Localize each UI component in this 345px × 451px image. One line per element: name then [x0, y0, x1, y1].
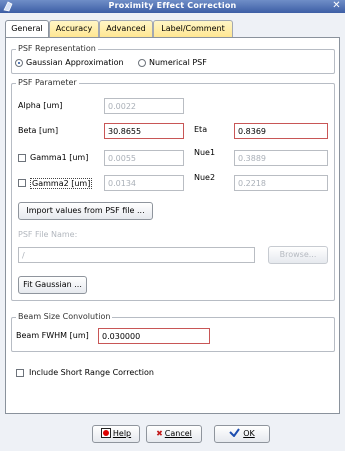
help-label: Help [112, 429, 132, 438]
tab-label-comment[interactable]: Label/Comment [153, 20, 233, 37]
gamma2-field[interactable] [104, 175, 184, 191]
beam-fwhm-label: Beam FWHM [um] [16, 331, 89, 340]
fit-gaussian-button[interactable]: Fit Gaussian ... [18, 276, 87, 294]
short-range-checkbox[interactable] [16, 369, 24, 377]
gamma2-label[interactable]: Gamma2 [um] [30, 178, 93, 189]
short-range-label[interactable]: Include Short Range Correction [29, 368, 154, 377]
psf-representation-title: PSF Representation [16, 44, 98, 53]
tab-general[interactable]: General [5, 20, 49, 38]
ok-button[interactable]: OK [214, 425, 270, 443]
help-icon [100, 428, 111, 438]
dialog-button-row: Help ✖ Cancel OK [0, 425, 345, 445]
psf-file-name-label: PSF File Name: [18, 230, 78, 239]
help-button[interactable]: Help [92, 425, 140, 443]
nue1-label: Nue1 [194, 148, 216, 157]
gaussian-approximation-radio[interactable] [15, 59, 23, 67]
eta-label: Eta [194, 125, 208, 134]
close-icon[interactable]: ✕ [331, 1, 342, 12]
gaussian-approximation-label[interactable]: Gaussian Approximation [26, 58, 124, 67]
gamma2-checkbox[interactable] [18, 179, 26, 187]
dialog-window: Proximity Effect Correction ✕ General Ac… [0, 0, 345, 451]
eta-field[interactable] [234, 123, 328, 139]
beam-fwhm-field[interactable] [98, 328, 210, 344]
import-psf-button[interactable]: Import values from PSF file ... [18, 202, 153, 220]
gamma1-label[interactable]: Gamma1 [um] [30, 153, 88, 162]
tab-accuracy[interactable]: Accuracy [49, 20, 99, 37]
alpha-field[interactable] [104, 98, 184, 114]
nue2-label: Nue2 [194, 173, 216, 182]
ok-label: OK [243, 429, 255, 438]
numerical-psf-label[interactable]: Numerical PSF [149, 58, 207, 67]
beta-field[interactable] [104, 123, 184, 139]
title-bar[interactable]: Proximity Effect Correction ✕ [0, 0, 345, 13]
cancel-label: Cancel [164, 429, 192, 438]
psf-parameter-title: PSF Parameter [16, 78, 79, 87]
gamma1-checkbox[interactable] [18, 154, 26, 162]
beta-label: Beta [um] [18, 126, 59, 135]
cancel-icon: ✖ [156, 429, 163, 438]
psf-file-name-field[interactable] [18, 247, 255, 263]
psf-representation-group: PSF Representation Gaussian Approximatio… [11, 44, 335, 74]
psf-parameter-group: PSF Parameter Alpha [um] Beta [um] Eta G… [11, 78, 335, 301]
beam-size-title: Beam Size Convolution [16, 312, 113, 321]
numerical-psf-radio[interactable] [138, 59, 146, 67]
window-title: Proximity Effect Correction [108, 1, 237, 10]
nue1-field[interactable] [234, 150, 328, 166]
browse-button[interactable]: Browse... [268, 246, 328, 264]
tab-advanced[interactable]: Advanced [99, 20, 153, 37]
cancel-button[interactable]: ✖ Cancel [146, 425, 202, 443]
alpha-label: Alpha [um] [18, 101, 63, 110]
beam-size-group: Beam Size Convolution Beam FWHM [um] [11, 312, 335, 352]
general-panel: PSF Representation Gaussian Approximatio… [5, 37, 340, 414]
ok-icon [229, 427, 241, 438]
nue2-field[interactable] [234, 175, 328, 191]
gamma1-field[interactable] [104, 150, 184, 166]
